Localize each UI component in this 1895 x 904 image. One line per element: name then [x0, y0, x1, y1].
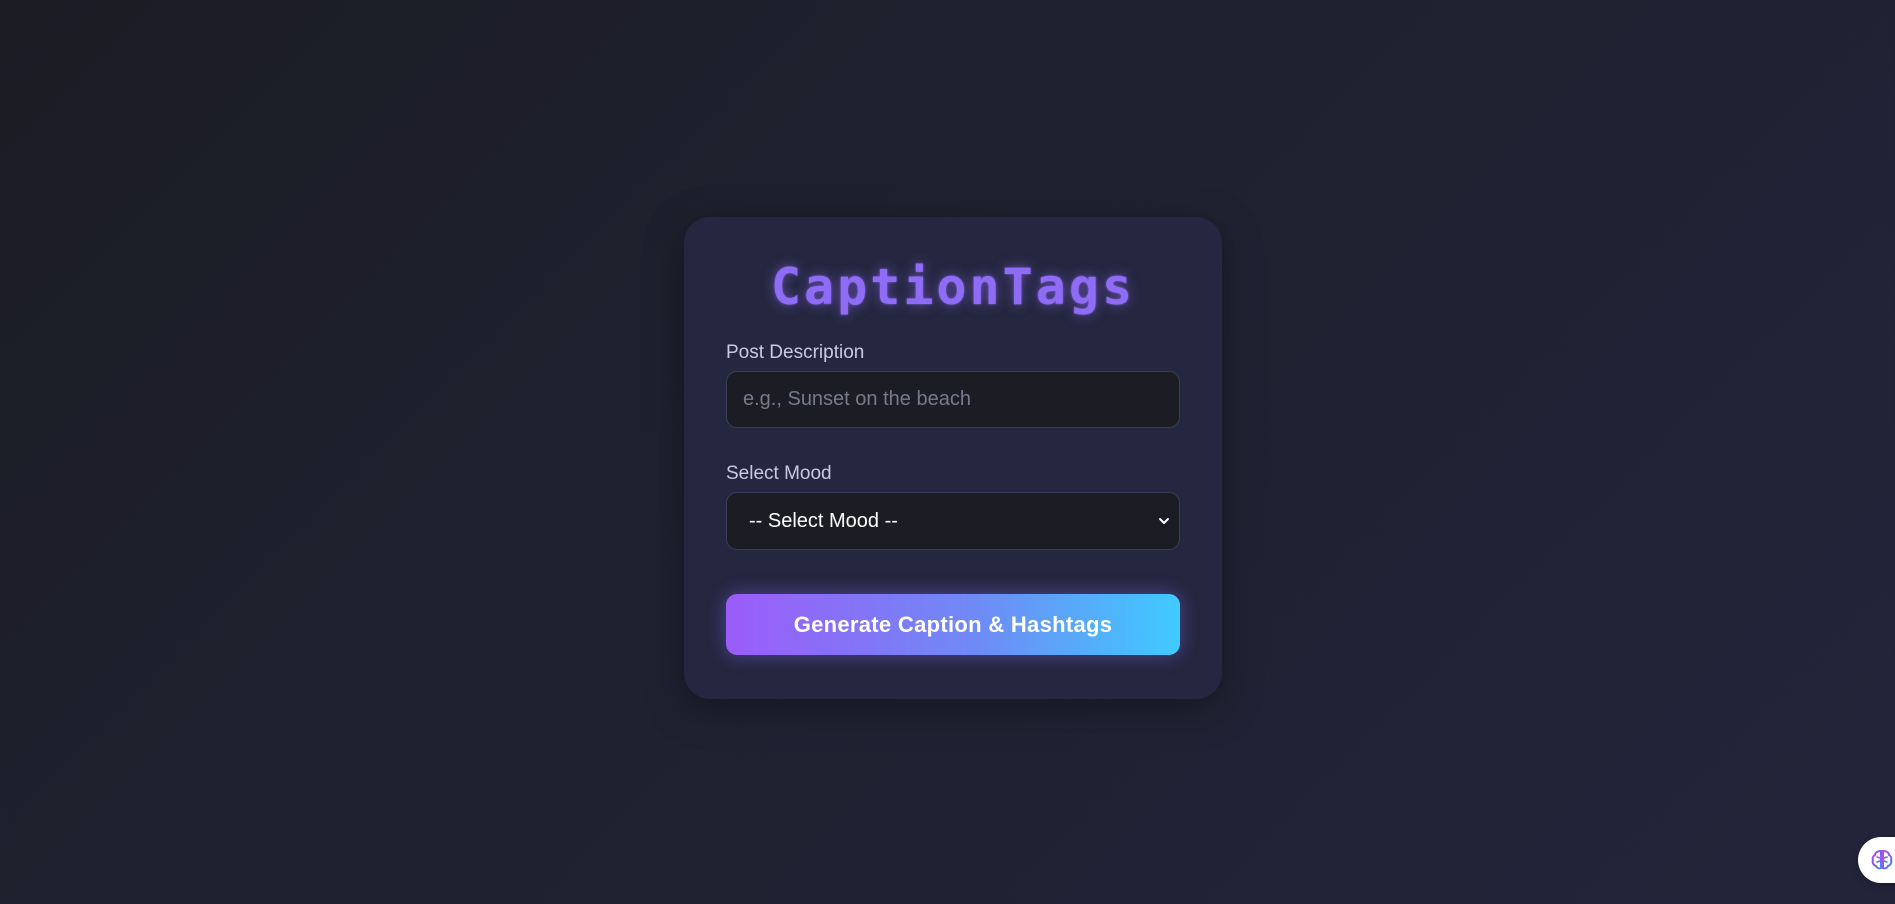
select-mood-label: Select Mood [726, 463, 832, 484]
post-description-input[interactable] [726, 371, 1180, 428]
post-description-label: Post Description [726, 342, 865, 363]
mood-select[interactable]: -- Select Mood -- [726, 492, 1180, 550]
caption-generator-card: CaptionTags Post Description Select Mood… [684, 217, 1222, 699]
mood-select-value[interactable]: -- Select Mood -- [726, 492, 1180, 550]
brain-icon [1871, 849, 1893, 870]
generate-button[interactable]: Generate Caption & Hashtags [726, 594, 1180, 655]
app-title: CaptionTags [770, 258, 1136, 316]
mood-select-text: -- Select Mood -- [749, 510, 898, 532]
chevron-down-icon [1159, 518, 1169, 524]
assistant-widget-button[interactable] [1858, 837, 1895, 883]
